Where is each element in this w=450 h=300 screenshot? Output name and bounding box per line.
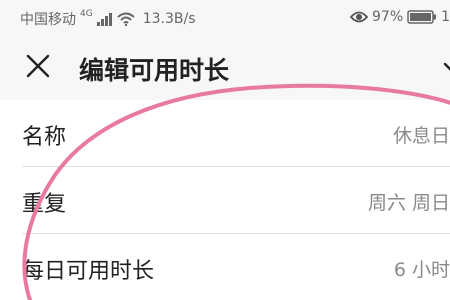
status-right: 97% 1	[350, 9, 450, 25]
row-value: 6 小时	[393, 259, 450, 281]
close-icon	[25, 53, 51, 83]
toolbar: 编辑可用时长	[0, 36, 450, 100]
battery-icon	[407, 10, 437, 24]
page-title: 编辑可用时长	[79, 56, 230, 85]
row-daily-duration[interactable]: 每日可用时长 6 小时	[0, 234, 450, 300]
signal-icon	[96, 12, 113, 26]
clock-text: 1	[441, 9, 450, 25]
network-speed: 13.3B/s	[142, 11, 196, 27]
row-value: 周六 周日	[367, 192, 450, 214]
status-left: 中国移动 4G 13.3B/s	[20, 9, 196, 29]
settings-list: 名称 休息日 重复 周六 周日 每日可用时长 6 小时	[0, 100, 450, 300]
row-name[interactable]: 名称 休息日	[0, 100, 450, 166]
row-value: 休息日	[392, 125, 450, 147]
confirm-icon[interactable]	[441, 58, 450, 78]
row-label: 名称	[22, 125, 67, 150]
carrier-name: 中国移动	[20, 12, 76, 28]
wifi-icon	[117, 12, 135, 26]
eye-icon	[350, 11, 368, 23]
screen: 中国移动 4G 13.3B/s 97% 1 编辑可用时长 名称 休息日 重复 周…	[0, 0, 450, 300]
row-label: 重复	[22, 192, 67, 217]
status-bar: 中国移动 4G 13.3B/s 97% 1	[0, 0, 450, 36]
battery-percent: 97%	[372, 9, 404, 25]
row-label: 每日可用时长	[22, 259, 155, 284]
network-type-icon: 4G	[80, 9, 93, 19]
close-button[interactable]	[22, 52, 54, 84]
row-repeat[interactable]: 重复 周六 周日	[0, 167, 450, 233]
